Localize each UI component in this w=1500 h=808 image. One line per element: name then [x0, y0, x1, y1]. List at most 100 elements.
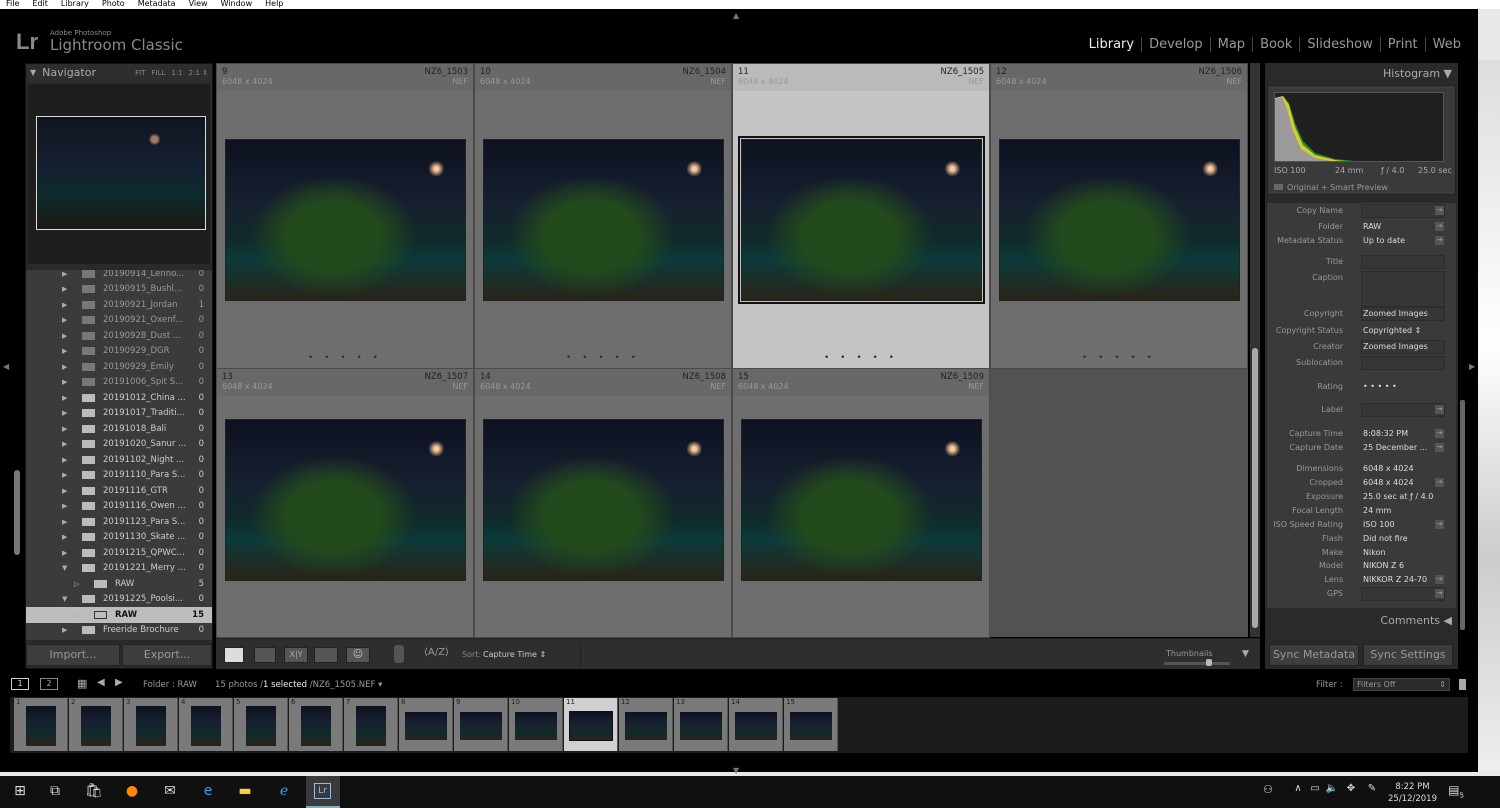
filter-select[interactable]: Filters Off ⇕: [1353, 678, 1450, 691]
navigator-zoom-1-1[interactable]: 1:1: [171, 69, 182, 77]
menu-item-library[interactable]: Library: [61, 0, 89, 8]
dropbox-icon[interactable]: ✥: [1341, 783, 1361, 794]
go-arrow-icon[interactable]: →: [1435, 206, 1444, 215]
collapsed-triangle-icon[interactable]: ▶: [62, 363, 72, 371]
folder-row[interactable]: ▶ 20191215_QPWC... 0: [26, 545, 212, 561]
filmstrip-thumb[interactable]: 2: [69, 698, 123, 751]
go-arrow-icon[interactable]: →: [1435, 478, 1444, 487]
selection-info[interactable]: 15 photos /1 selected /NZ6_1505.NEF ▾: [215, 680, 382, 690]
filmstrip-thumb[interactable]: 15: [784, 698, 838, 751]
menu-item-view[interactable]: View: [189, 0, 208, 8]
menu-item-photo[interactable]: Photo: [102, 0, 125, 8]
thumbnail-size-slider[interactable]: [1164, 659, 1230, 666]
folder-row[interactable]: ▶ 20191012_China ... 0: [26, 390, 212, 406]
module-book[interactable]: Book: [1252, 37, 1299, 52]
navigator-header[interactable]: ▼ Navigator FIT FILL 1:1 2:1 ⇕: [26, 64, 212, 82]
filmstrip-thumb[interactable]: 7: [344, 698, 398, 751]
folder-row[interactable]: ▶ 20191123_Para S... 0: [26, 514, 212, 530]
folder-row[interactable]: ▶ 20190915_Bushl... 0: [26, 282, 212, 298]
collapsed-triangle-icon[interactable]: ▶: [62, 347, 72, 355]
task-view-icon[interactable]: ⧉: [45, 783, 65, 799]
grid-cell[interactable]: 9 6048 x 4024 NZ6_1503 NEF • • • • •: [216, 63, 474, 369]
filter-lock-icon[interactable]: [1459, 679, 1466, 690]
photo-thumbnail[interactable]: [741, 419, 982, 581]
folder-row[interactable]: ▶ 20190929_Emily 0: [26, 359, 212, 375]
menu-item-edit[interactable]: Edit: [32, 0, 48, 8]
navigator-preview[interactable]: [28, 84, 210, 264]
second-screen-button[interactable]: 2: [40, 678, 58, 690]
collapsed-triangle-icon[interactable]: ▷: [74, 580, 84, 588]
expanded-triangle-icon[interactable]: ▼: [62, 564, 72, 572]
folder-row[interactable]: ▶ 20190929_DGR 0: [26, 344, 212, 360]
metadata-field[interactable]: [1361, 356, 1445, 370]
painter-spray-icon[interactable]: [394, 645, 404, 663]
folder-row[interactable]: ▶ 20191116_GTR 0: [26, 483, 212, 499]
grid-cell[interactable]: 10 6048 x 4024 NZ6_1504 NEF • • • • •: [474, 63, 732, 369]
windows-start-icon[interactable]: ⊞: [10, 783, 30, 799]
rating-dots[interactable]: • • • • •: [217, 353, 473, 363]
grid-view-icon[interactable]: [224, 647, 244, 663]
right-scrollbar[interactable]: [1460, 400, 1465, 630]
collapsed-triangle-icon[interactable]: ▶: [62, 626, 72, 634]
mail-icon[interactable]: ✉: [160, 783, 180, 799]
toolbar-options-icon[interactable]: ▼: [1242, 649, 1249, 659]
loupe-view-icon[interactable]: [254, 647, 276, 663]
filmstrip-thumb[interactable]: 5: [234, 698, 288, 751]
photo-thumbnail[interactable]: [225, 139, 466, 301]
lightroom-taskbar-button[interactable]: Lr: [306, 776, 340, 808]
survey-view-icon[interactable]: [314, 647, 338, 663]
go-arrow-icon[interactable]: →: [1435, 520, 1444, 529]
grid-go-icon[interactable]: ▦: [77, 677, 87, 690]
export-button[interactable]: Export...: [122, 644, 212, 666]
filmstrip-thumb[interactable]: 12: [619, 698, 673, 751]
folder-row[interactable]: ▼ 20191225_Poolsi... 0: [26, 592, 212, 608]
collapsed-triangle-icon[interactable]: ▶: [62, 394, 72, 402]
photo-thumbnail[interactable]: [738, 136, 985, 304]
collapsed-triangle-icon[interactable]: ▶: [62, 471, 72, 479]
firefox-icon[interactable]: ●: [122, 783, 142, 799]
slider-knob[interactable]: [1206, 659, 1212, 666]
menu-item-help[interactable]: Help: [265, 0, 283, 8]
internet-explorer-icon[interactable]: ℯ: [274, 783, 294, 799]
rating-dots[interactable]: • • • • •: [733, 353, 989, 363]
folder-row[interactable]: ▶ 20191130_Skate ... 0: [26, 530, 212, 546]
menu-item-window[interactable]: Window: [221, 0, 253, 8]
sort-direction-icon[interactable]: ⟨A/Z⟩: [424, 647, 449, 658]
go-arrow-icon[interactable]: →: [1435, 222, 1444, 231]
folder-row[interactable]: ▶ 20190928_Dust ... 0: [26, 328, 212, 344]
collapsed-triangle-icon[interactable]: ▶: [62, 549, 72, 557]
sync-metadata-button[interactable]: Sync Metadata: [1269, 644, 1359, 666]
go-arrow-icon[interactable]: →: [1435, 236, 1444, 245]
folder-row[interactable]: ▶ 20191116_Owen ... 0: [26, 499, 212, 515]
folder-row[interactable]: ▶ 20191020_Sanur ... 0: [26, 437, 212, 453]
metadata-field[interactable]: [1361, 204, 1445, 218]
edge-icon[interactable]: e: [198, 783, 218, 799]
collapsed-triangle-icon[interactable]: ▶: [62, 456, 72, 464]
photo-thumbnail[interactable]: [999, 139, 1240, 301]
grid-cell[interactable]: 12 6048 x 4024 NZ6_1506 NEF • • • • •: [990, 63, 1248, 369]
collapsed-triangle-icon[interactable]: ▷: [74, 611, 84, 619]
grid-scrollbar[interactable]: [1250, 63, 1260, 637]
folder-row[interactable]: ▶ 20190914_Lenno... 0: [26, 270, 212, 282]
rating-dots[interactable]: • • • • •: [991, 353, 1247, 363]
people-view-icon[interactable]: ☺: [346, 647, 370, 663]
folder-row[interactable]: ▷ RAW 5: [26, 576, 212, 592]
collapsed-triangle-icon[interactable]: ▶: [62, 440, 72, 448]
go-arrow-icon[interactable]: →: [1435, 429, 1444, 438]
folder-row[interactable]: ▶ 20191110_Para S... 0: [26, 468, 212, 484]
collapsed-triangle-icon[interactable]: ▶: [62, 502, 72, 510]
folder-row[interactable]: ▼ 20191221_Merry ... 0: [26, 561, 212, 577]
import-button[interactable]: Import...: [26, 644, 120, 666]
filmstrip-thumb[interactable]: 6: [289, 698, 343, 751]
module-develop[interactable]: Develop: [1141, 37, 1210, 52]
folder-row[interactable]: ▶ 20191006_Spit S... 0: [26, 375, 212, 391]
filmstrip-thumb[interactable]: 1: [14, 698, 68, 751]
filmstrip-thumb[interactable]: 4: [179, 698, 233, 751]
grid-cell[interactable]: 14 6048 x 4024 NZ6_1508 NEF: [474, 368, 732, 638]
collapsed-triangle-icon[interactable]: ▶: [62, 301, 72, 309]
sort-select[interactable]: Capture Time ⇕: [483, 650, 546, 659]
go-arrow-icon[interactable]: →: [1435, 589, 1444, 598]
collapsed-triangle-icon[interactable]: ▶: [62, 285, 72, 293]
collapsed-triangle-icon[interactable]: ▶: [62, 518, 72, 526]
compare-view-icon[interactable]: X|Y: [284, 647, 308, 663]
